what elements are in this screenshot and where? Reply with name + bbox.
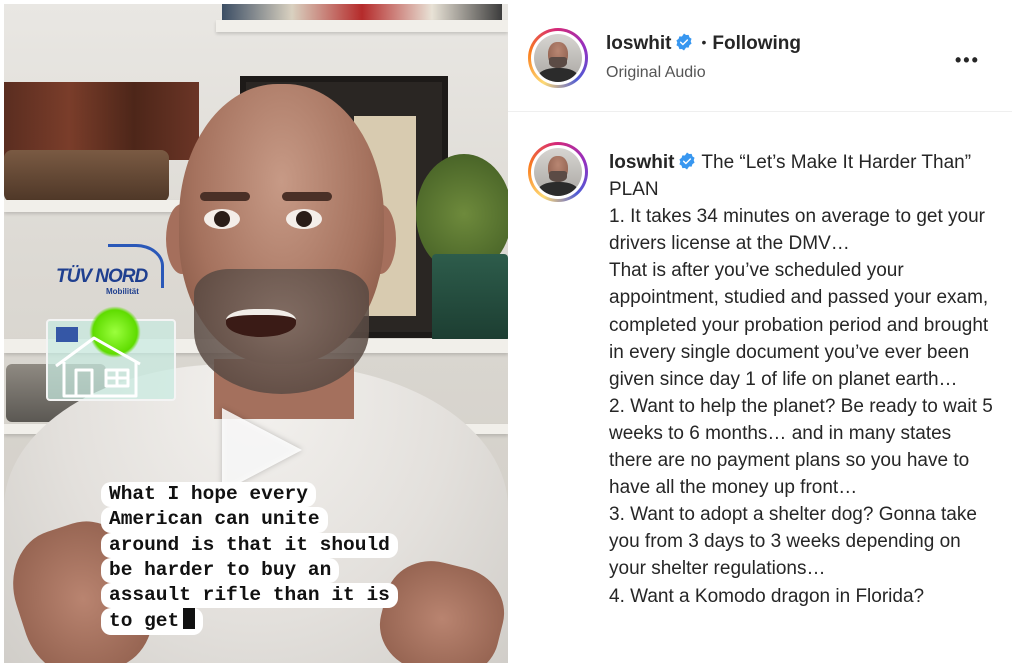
post-caption-area: loswhit The “Let’s Make It Harder Than” … bbox=[508, 112, 1012, 652]
caption-author-avatar[interactable] bbox=[528, 142, 588, 202]
author-username[interactable]: loswhit bbox=[606, 33, 671, 54]
separator-dot: • bbox=[701, 34, 707, 50]
audio-link[interactable]: Original Audio bbox=[606, 64, 706, 82]
post-caption-text: loswhit The “Let’s Make It Harder Than” … bbox=[609, 149, 999, 610]
caption-line: assault rifle than it is bbox=[101, 583, 398, 609]
caption-paragraph: 3. Want to adopt a shelter dog? Gonna ta… bbox=[609, 504, 977, 580]
more-options-icon[interactable]: ••• bbox=[955, 50, 980, 71]
post-side-panel: loswhit • Following Original Audio ••• los… bbox=[508, 4, 1012, 663]
tuv-nord-sticker: TÜV NORD bbox=[56, 266, 148, 287]
caption-username[interactable]: loswhit bbox=[609, 152, 674, 173]
text-cursor bbox=[183, 608, 196, 630]
verified-badge-icon bbox=[676, 33, 693, 51]
caption-line: American can unite bbox=[101, 507, 328, 533]
caption-paragraph: 4. Want a Komodo dragon in Florida? bbox=[609, 585, 925, 607]
reel-video[interactable]: TÜV NORD Mobilität What I hope every Ame… bbox=[4, 4, 508, 663]
following-button[interactable]: Following bbox=[712, 33, 801, 54]
house-icon bbox=[55, 336, 141, 398]
tuv-nord-sub: Mobilität bbox=[106, 287, 139, 296]
caption-line: around is that it should bbox=[101, 532, 398, 558]
caption-line: be harder to buy an bbox=[101, 557, 340, 584]
caption-paragraph: 2. Want to help the planet? Be ready to … bbox=[609, 395, 993, 499]
caption-paragraph: 1. It takes 34 minutes on average to get… bbox=[609, 206, 986, 255]
caption-line: to get bbox=[109, 610, 180, 633]
author-avatar[interactable] bbox=[528, 28, 588, 88]
verified-badge-icon bbox=[679, 152, 696, 170]
play-icon[interactable] bbox=[222, 408, 302, 492]
caption-paragraph: That is after you’ve scheduled your appo… bbox=[609, 260, 989, 390]
caption-line: What I hope every bbox=[101, 482, 316, 508]
video-caption: What I hope every American can unite aro… bbox=[101, 482, 441, 635]
post-header: loswhit • Following Original Audio ••• bbox=[508, 4, 1012, 112]
